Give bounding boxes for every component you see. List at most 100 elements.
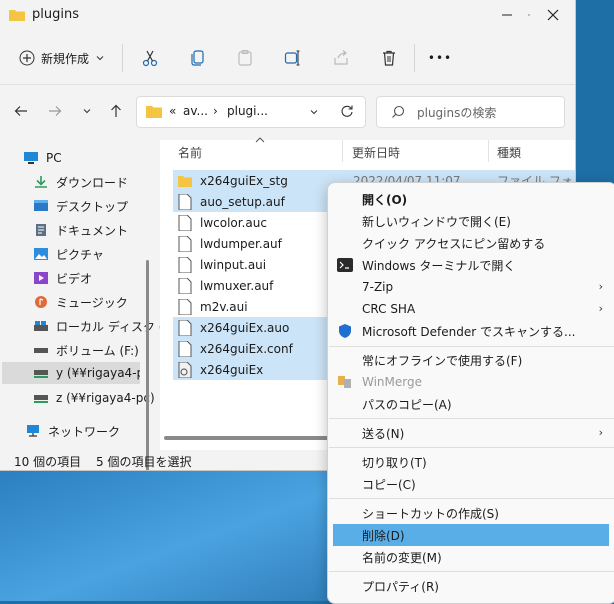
menu-item-defender-scan[interactable]: Microsoft Defender でスキャンする... (333, 320, 609, 342)
menu-item-label: 送る(N) (362, 426, 405, 441)
rename-icon (284, 50, 300, 66)
file-icon (178, 235, 192, 252)
menu-item-pin-quick-access[interactable]: クイック アクセスにピン留めする (333, 232, 609, 254)
breadcrumb-overflow[interactable]: « (169, 104, 176, 118)
menu-item-properties[interactable]: プロパティ(R) (333, 575, 609, 597)
nav-item-pictures[interactable]: ピクチャ (34, 243, 174, 265)
more-options-button[interactable]: ••• (426, 44, 454, 72)
context-menu: 開く(O) 新しいウィンドウで開く(E) クイック アクセスにピン留めする Wi… (327, 182, 614, 604)
share-icon (334, 50, 348, 65)
column-divider (488, 140, 489, 162)
folder-icon (146, 106, 162, 118)
nav-item-network-drive-y[interactable]: y (¥¥rigaya4-pc) (2, 362, 140, 384)
column-header-modified[interactable]: 更新日時 (352, 144, 400, 161)
menu-item-label: WinMerge (362, 375, 422, 389)
file-icon (178, 340, 192, 357)
maximize-button[interactable] (484, 0, 530, 30)
drive-icon (34, 321, 48, 331)
menu-separator (329, 418, 614, 419)
menu-item-rename[interactable]: 名前の変更(M) (333, 546, 609, 568)
menu-item-open[interactable]: 開く(O) (333, 188, 609, 210)
nav-scrollbar[interactable] (146, 260, 149, 470)
new-button[interactable]: 新規作成 (14, 44, 110, 72)
recent-locations-button[interactable] (75, 100, 99, 122)
nav-item-label: ビデオ (56, 271, 93, 286)
nav-item-label: y (¥¥rigaya4-pc) (56, 366, 140, 380)
search-box[interactable]: pluginsの検索 (376, 96, 565, 128)
computer-icon (24, 152, 38, 164)
cut-button[interactable] (136, 44, 164, 72)
nav-item-documents[interactable]: ドキュメント (34, 219, 174, 241)
menu-item-crc-sha[interactable]: CRC SHA › (333, 298, 609, 320)
winmerge-icon (338, 376, 351, 388)
menu-item-delete[interactable]: 削除(D) (333, 524, 609, 546)
file-icon (178, 298, 192, 315)
close-button[interactable] (530, 0, 575, 30)
nav-item-music[interactable]: ミュージック (34, 291, 174, 313)
nav-item-videos[interactable]: ビデオ (34, 267, 174, 289)
menu-item-copy-path[interactable]: パスのコピー(A) (333, 393, 609, 415)
nav-item-downloads[interactable]: ダウンロード (34, 171, 174, 193)
command-bar: 新規作成 ••• (0, 38, 575, 78)
item-count: 10 個の項目 (14, 455, 82, 469)
column-header-name[interactable]: 名前 (178, 144, 202, 161)
forward-button[interactable] (43, 100, 67, 122)
menu-item-7zip[interactable]: 7-Zip › (333, 276, 609, 298)
drive-icon (34, 348, 48, 353)
file-name: lwcolor.auc (200, 215, 267, 230)
file-name: lwinput.aui (200, 257, 267, 272)
breadcrumb-segment-plugins[interactable]: plugi... (227, 104, 268, 118)
delete-button[interactable] (375, 44, 403, 72)
nav-item-label: ダウンロード (56, 175, 129, 190)
file-name: x264guiEx_stg (200, 173, 288, 188)
menu-item-send-to[interactable]: 送る(N) › (333, 422, 609, 444)
menu-separator (329, 571, 614, 572)
network-icon (27, 425, 39, 437)
music-icon (35, 296, 47, 308)
nav-item-label: PC (46, 151, 62, 165)
nav-item-network[interactable]: ネットワーク (26, 420, 166, 442)
menu-separator (329, 498, 614, 499)
search-icon (392, 105, 405, 118)
menu-item-label: Microsoft Defender でスキャンする... (362, 324, 576, 339)
paste-button[interactable] (231, 44, 259, 72)
menu-item-copy[interactable]: コピー(C) (333, 473, 609, 495)
nav-item-network-drive-z[interactable]: z (¥¥rigaya4-pc) (34, 387, 174, 409)
address-bar[interactable]: « av... › plugi... (136, 96, 366, 128)
file-icon (178, 319, 192, 336)
menu-item-always-offline[interactable]: 常にオフラインで使用する(F) (333, 349, 609, 371)
chevron-down-icon (96, 56, 104, 61)
nav-item-local-disk[interactable]: ローカル ディスク (C (34, 315, 174, 337)
close-icon (547, 9, 559, 21)
menu-item-create-shortcut[interactable]: ショートカットの作成(S) (333, 502, 609, 524)
breadcrumb-segment-av[interactable]: av... (183, 104, 208, 118)
menu-item-label: ショートカットの作成(S) (362, 506, 499, 521)
chevron-down-icon[interactable] (309, 107, 319, 117)
up-button[interactable] (104, 100, 128, 122)
copy-button[interactable] (184, 44, 212, 72)
nav-item-pc[interactable]: PC (24, 147, 164, 169)
menu-separator (329, 447, 614, 448)
menu-item-winmerge[interactable]: WinMerge (333, 371, 609, 393)
document-icon (36, 224, 46, 236)
menu-item-cut[interactable]: 切り取り(T) (333, 451, 609, 473)
picture-icon (34, 248, 48, 260)
menu-item-label: 名前の変更(M) (362, 550, 442, 565)
share-button[interactable] (327, 44, 355, 72)
back-button[interactable] (9, 100, 33, 122)
nav-item-volume-f[interactable]: ボリューム (F:) (34, 339, 174, 361)
arrow-right-icon (49, 106, 62, 116)
file-name: lwmuxer.auf (200, 278, 274, 293)
menu-item-label: 削除(D) (362, 528, 405, 543)
selection-count: 5 個の項目を選択 (96, 455, 192, 469)
menu-separator (329, 346, 614, 347)
nav-item-desktop[interactable]: デスクトップ (34, 195, 174, 217)
clipboard-icon (238, 50, 252, 66)
menu-item-open-terminal[interactable]: Windows ターミナルで開く (333, 254, 609, 276)
rename-button[interactable] (279, 44, 307, 72)
network-drive-icon (34, 395, 48, 403)
menu-item-open-new-window[interactable]: 新しいウィンドウで開く(E) (333, 210, 609, 232)
chevron-right-icon: › (598, 280, 603, 293)
column-header-type[interactable]: 種類 (497, 144, 521, 161)
refresh-icon[interactable] (340, 104, 354, 118)
